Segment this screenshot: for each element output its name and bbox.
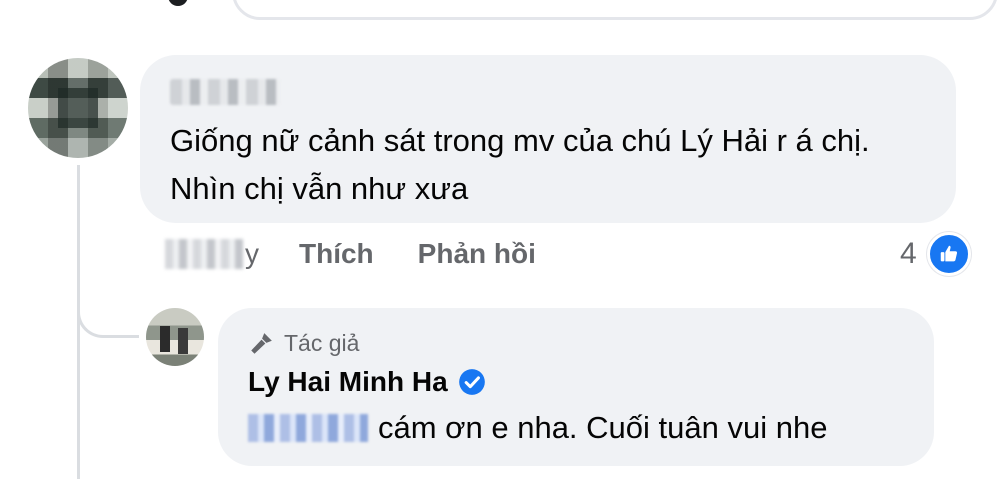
author-badge: Tác giả <box>248 330 359 357</box>
reply-author-name[interactable]: Ly Hai Minh Ha <box>248 366 448 398</box>
commenter-name-blurred[interactable] <box>170 79 280 105</box>
comment-text: Giống nữ cảnh sát trong mv của chú Lý Hả… <box>170 123 870 206</box>
commenter-avatar[interactable] <box>28 58 128 158</box>
reply-text: cám ơn e nha. Cuối tuân vui nhe <box>378 410 828 445</box>
like-action[interactable]: Thích <box>299 238 374 270</box>
reply-body: cám ơn e nha. Cuối tuân vui nhe <box>248 410 827 446</box>
comment-time-suffix: y <box>245 238 259 269</box>
reaction-count: 4 <box>900 237 917 270</box>
like-thumb-icon <box>926 232 971 276</box>
previous-comment-bubble <box>232 0 998 20</box>
reply-action[interactable]: Phản hồi <box>418 238 536 270</box>
author-avatar[interactable] <box>146 308 204 366</box>
reply-author[interactable]: Ly Hai Minh Ha <box>248 366 486 398</box>
thread-connector <box>77 240 139 338</box>
comment-time-blurred[interactable] <box>165 239 243 269</box>
comment-actions: y Thích Phản hồi <box>165 234 536 274</box>
microphone-icon <box>251 332 272 354</box>
verified-badge-icon <box>458 369 485 395</box>
comment-bubble: Giống nữ cảnh sát trong mv của chú Lý Hả… <box>140 55 956 223</box>
previous-avatar-fragment <box>168 0 188 6</box>
reaction-summary[interactable]: 4 <box>900 232 971 276</box>
reply-bubble: Tác giả Ly Hai Minh Ha cám ơn e nha. Cuố… <box>218 308 934 466</box>
mention-tag-blurred[interactable] <box>248 414 368 442</box>
author-badge-label: Tác giả <box>284 330 360 356</box>
